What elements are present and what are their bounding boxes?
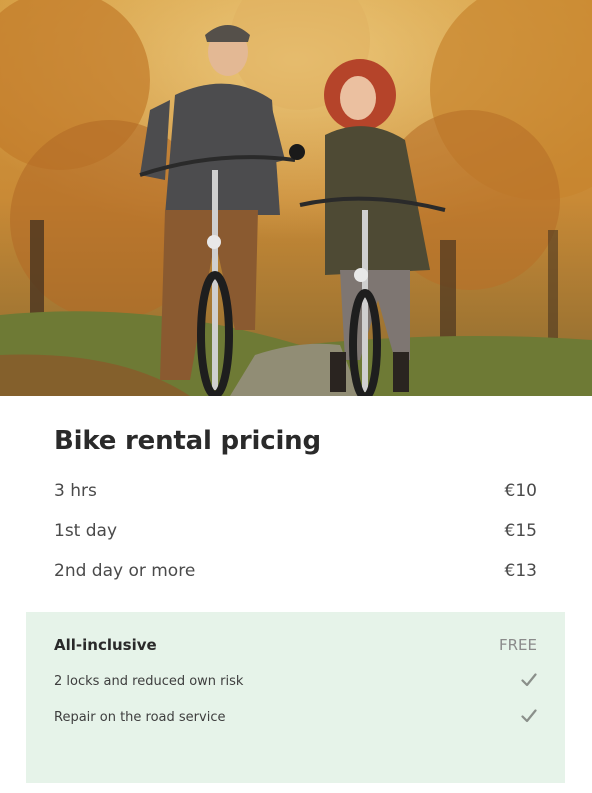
price-row-value: €13 xyxy=(504,561,537,581)
price-row: 2nd day or more €13 xyxy=(54,561,537,585)
all-inclusive-panel: All-inclusive FREE 2 locks and reduced o… xyxy=(26,612,565,783)
all-inclusive-price: FREE xyxy=(498,636,537,654)
check-icon xyxy=(521,709,537,723)
price-row-label: 3 hrs xyxy=(54,481,97,501)
included-item: Repair on the road service xyxy=(54,710,226,725)
price-row-label: 2nd day or more xyxy=(54,561,196,581)
pricing-section: Bike rental pricing 3 hrs €10 1st day €1… xyxy=(0,396,592,793)
price-row: 1st day €15 xyxy=(54,521,537,545)
hero-image xyxy=(0,0,592,396)
price-row-value: €10 xyxy=(504,481,537,501)
all-inclusive-title: All-inclusive xyxy=(54,636,157,654)
check-icon xyxy=(521,673,537,687)
pricing-title: Bike rental pricing xyxy=(54,426,321,456)
price-row-value: €15 xyxy=(504,521,537,541)
hero-photo-illustration xyxy=(0,0,592,396)
price-row: 3 hrs €10 xyxy=(54,481,537,505)
included-item: 2 locks and reduced own risk xyxy=(54,674,244,689)
price-row-label: 1st day xyxy=(54,521,118,541)
